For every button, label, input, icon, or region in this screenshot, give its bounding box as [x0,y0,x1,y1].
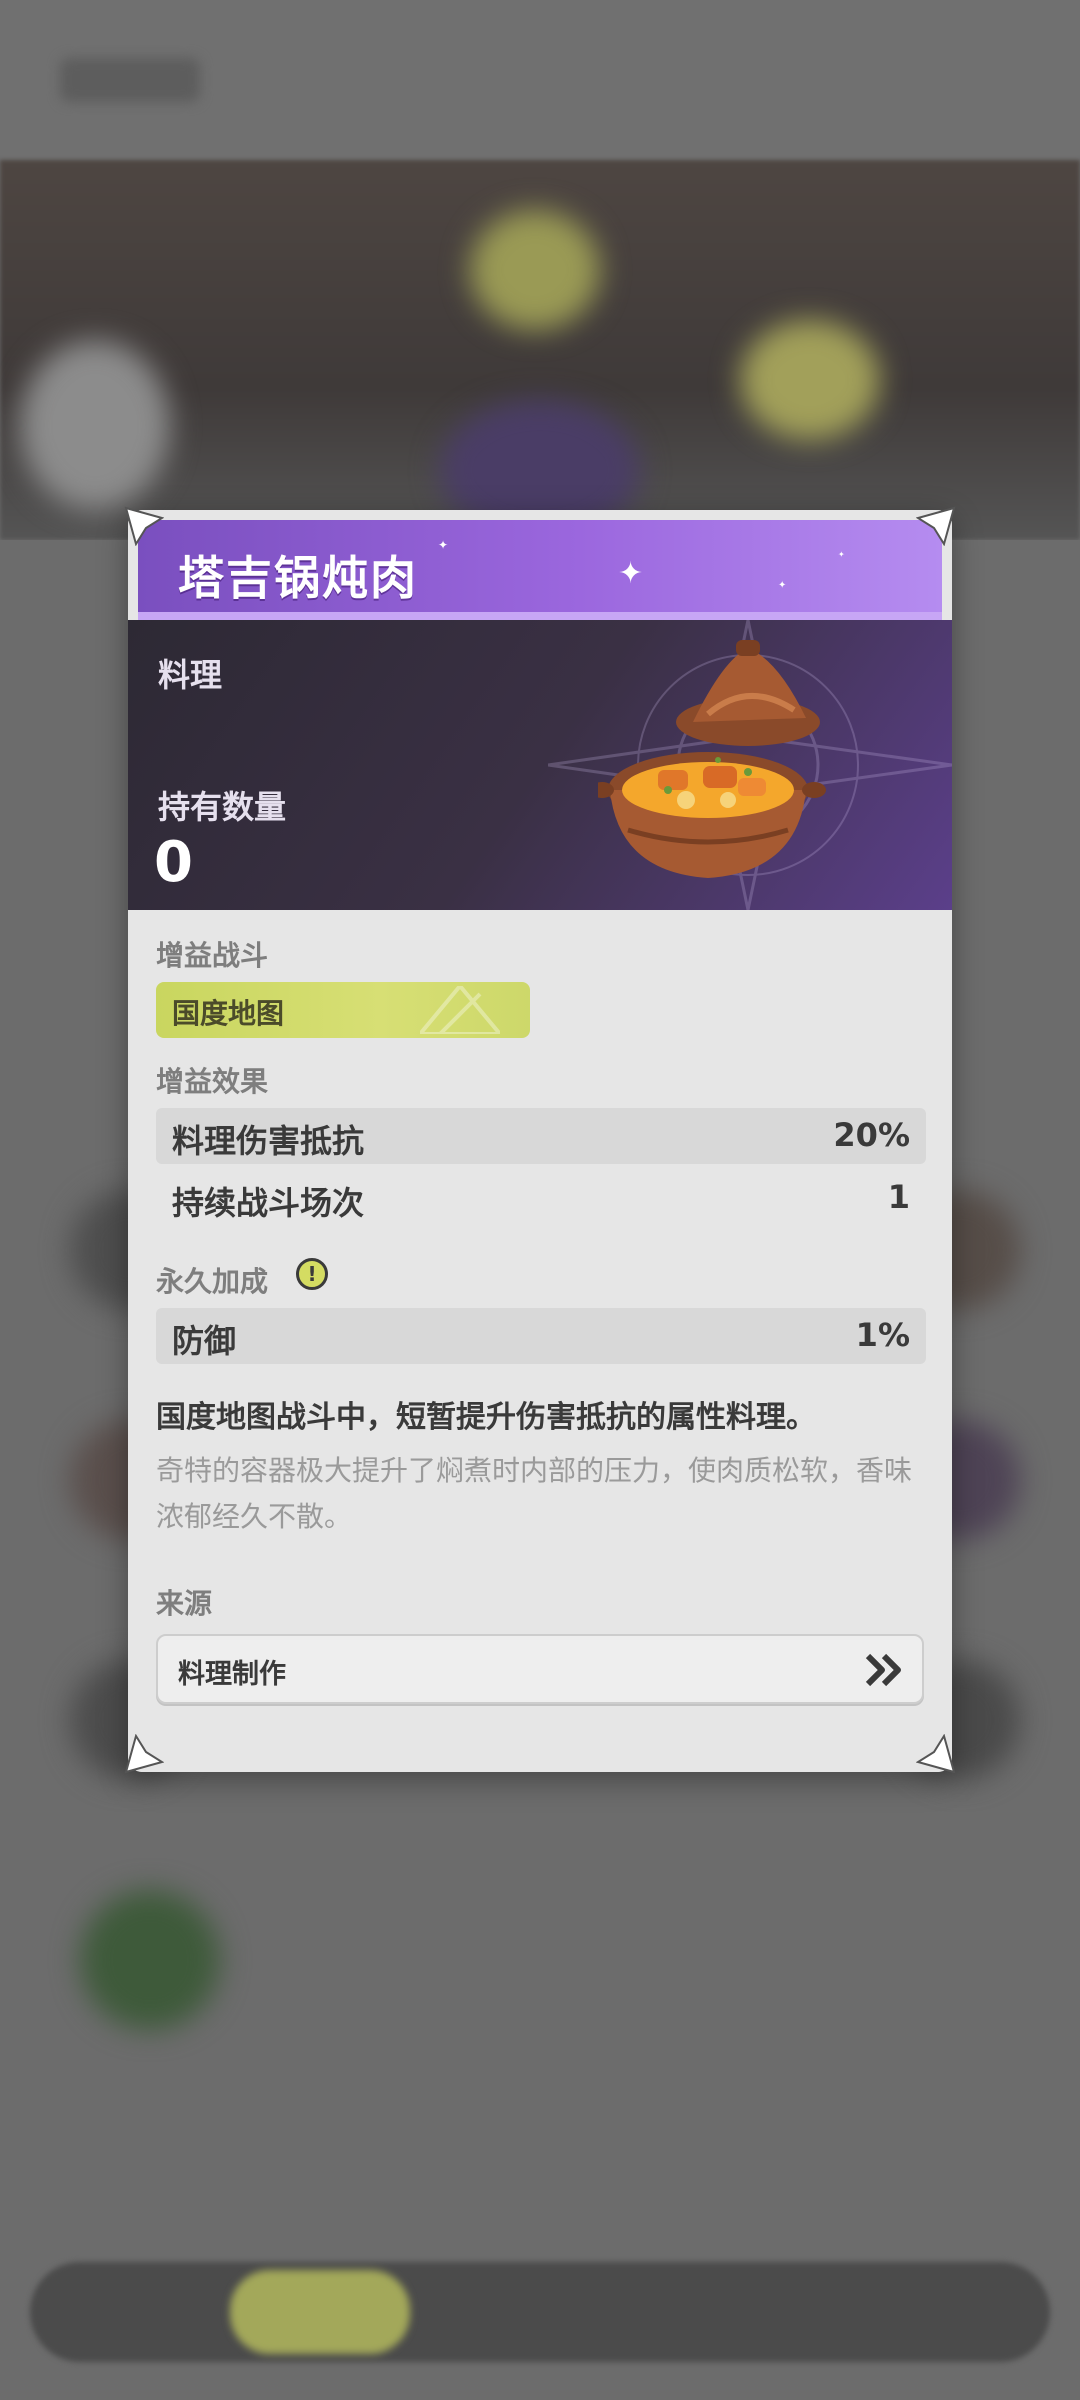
source-label: 来源 [156,1587,213,1620]
double-chevron-right-icon [865,1653,901,1687]
source-cooking-button[interactable]: 料理制作 [156,1634,924,1704]
stat-name: 持续战斗场次 [172,1184,365,1222]
background-blob [740,320,880,440]
title-accent-stripe [138,612,942,620]
background-title-blur [60,58,200,102]
item-detail-body: 增益战斗 国度地图 增益效果 料理伤害抵抗 20% 持续战斗场次 1 永久加成 … [128,910,952,1772]
corner-ornament-icon [124,506,165,547]
background-bottom-nav [30,2262,1050,2362]
item-header: 料理 持有数量 0 [128,620,952,910]
item-description: 国度地图战斗中，短暂提升伤害抵抗的属性料理。 [156,1400,816,1435]
background-slot [80,1890,220,2030]
owned-count-value: 0 [154,830,193,895]
corner-ornament-icon [124,1733,165,1774]
background-blob [470,210,600,330]
stat-value: 1% [855,1316,910,1354]
tagine-stew-icon [598,640,826,878]
stat-name: 防御 [172,1322,237,1360]
stat-row: 持续战斗场次 1 [156,1170,926,1226]
buff-battle-tag-label: 国度地图 [172,997,285,1030]
corner-ornament-icon [915,506,956,547]
sparkle-icon: ✦ [618,556,644,591]
stat-value: 20% [833,1116,910,1154]
background-blob [20,340,170,510]
corner-ornament-icon [915,1733,956,1774]
buff-effect-label: 增益效果 [156,1065,269,1098]
background-bottom-pill [230,2270,410,2354]
sparkle-icon: ✦ [838,550,845,559]
stat-row: 防御 1% [156,1308,926,1364]
item-category: 料理 [158,656,223,694]
sparkle-icon: ✦ [438,538,449,552]
sparkle-icon: ✦ [778,580,787,591]
source-button-label: 料理制作 [178,1659,286,1690]
buff-battle-tag: 国度地图 [156,982,530,1038]
stat-name: 料理伤害抵抗 [172,1122,365,1160]
stat-value: 1 [887,1178,910,1216]
buff-battle-label: 增益战斗 [156,939,269,972]
exclamation-icon[interactable]: ! [296,1258,328,1290]
item-flavor-text: 奇特的容器极大提升了焖煮时内部的压力，使肉质松软，香味浓郁经久不散。 [156,1454,913,1533]
permanent-bonus-label: 永久加成 [156,1265,269,1298]
owned-count-label: 持有数量 [158,788,287,826]
screen-root: 塔吉锅炖肉 ✦ ✦ ✦ ✦ 料理 持有数量 0 增益战斗 国度地图 增益效果 料… [0,0,1080,2400]
stat-row: 料理伤害抵抗 20% [156,1108,926,1164]
item-detail-card: 塔吉锅炖肉 ✦ ✦ ✦ ✦ 料理 持有数量 0 增益战斗 国度地图 增益效果 料… [128,510,952,1772]
item-name: 塔吉锅炖肉 [178,551,418,605]
tag-pattern-icon [420,986,500,1034]
title-bar: 塔吉锅炖肉 ✦ ✦ ✦ ✦ [138,520,942,620]
